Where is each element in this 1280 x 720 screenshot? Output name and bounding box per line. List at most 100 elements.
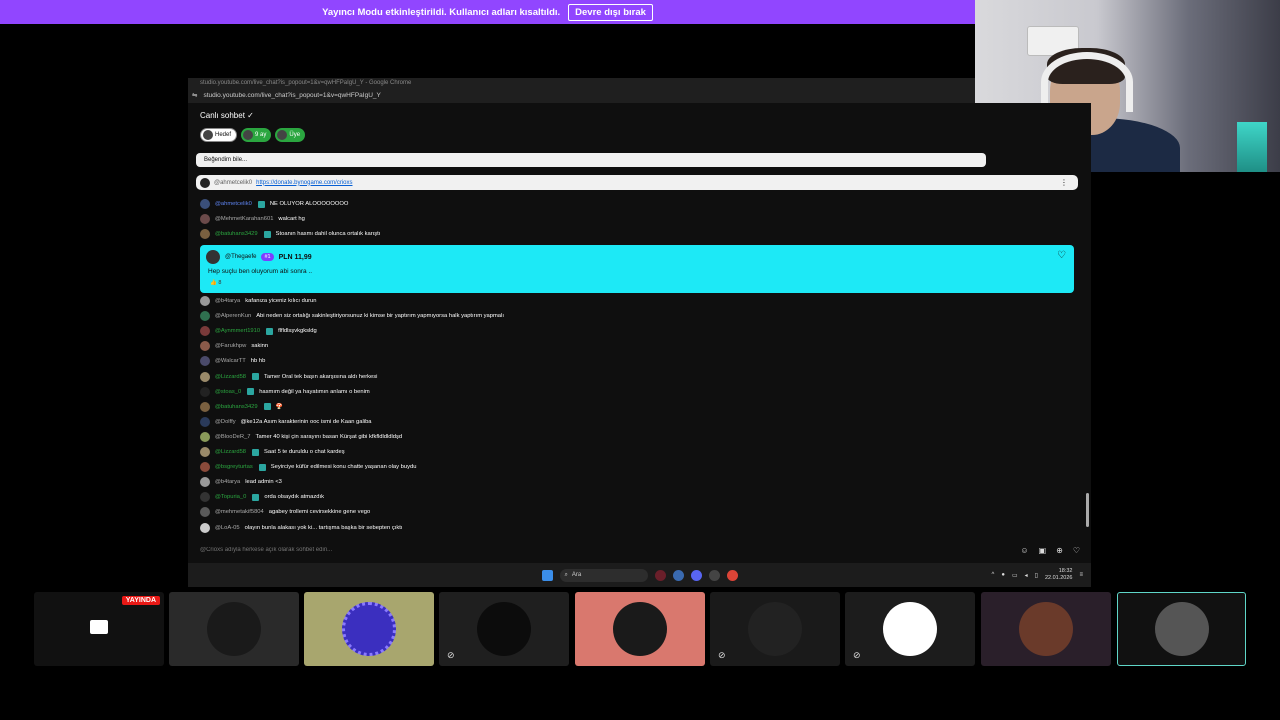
chat-message[interactable]: @batuhans3429 Stoanın hasmı dahil olunca … (200, 228, 380, 240)
chat-username[interactable]: @AlperenKun (215, 313, 251, 319)
chat-text: kafanıza yiceniz kılıcı durun (245, 298, 317, 304)
chat-message[interactable]: @mehmetakif5804 agabey trollemi cevirsekk… (200, 506, 370, 518)
chat-username[interactable]: @Aynmmert1910 (215, 328, 260, 334)
avatar (748, 602, 802, 656)
site-info-icon[interactable]: ⇋ (192, 89, 197, 103)
chat-username[interactable]: @MehmetKarahan601 (215, 216, 273, 222)
chat-username[interactable]: @LoA-05 (215, 525, 240, 531)
chat-input[interactable] (200, 547, 980, 553)
mic-icon[interactable]: ● (1001, 572, 1005, 578)
avatar (200, 229, 210, 239)
pinned-message[interactable]: Beğendim bile... (196, 153, 986, 167)
discord-icon[interactable] (690, 569, 702, 581)
chat-username[interactable]: @Farukhpw (215, 343, 246, 349)
donation-banner[interactable]: @ahmetcelik0 https://donate.bynogame.com… (196, 175, 1078, 190)
screen-share-tile[interactable]: YAYINDA (34, 592, 164, 666)
address-bar[interactable]: ⇋ studio.youtube.com/live_chat?is_popout… (188, 89, 975, 103)
chat-message[interactable]: @Lizzard58 Tamer Oral tek başın akarşısın… (200, 371, 377, 383)
member-badge-icon (247, 388, 255, 396)
mic-muted-icon: ⊘ (718, 650, 726, 660)
chat-message[interactable]: @b4tarya kafanıza yiceniz kılıcı durun (200, 295, 316, 307)
chat-text: flfldlsşvkgksldg (278, 328, 317, 335)
chat-text: 🍄 (275, 403, 283, 410)
avatar (200, 507, 210, 518)
chat-message[interactable]: @Dolffy @ke12a Asım karakterinin ooc ismi… (200, 416, 372, 428)
chat-message[interactable]: @MehmetKarahan601 walcart hg (200, 213, 305, 225)
participant-tile[interactable]: ⊘ (845, 592, 975, 666)
member-chip[interactable]: Üye (275, 128, 306, 142)
chat-message[interactable]: @b4tarya lead admin <3 (200, 476, 282, 488)
chat-username[interactable]: @ahmetcelik0 (215, 201, 252, 207)
chat-username[interactable]: @bsgreyturtas (215, 464, 253, 470)
participant-tile[interactable] (575, 592, 705, 666)
streamer-mode-banner: Yayıncı Modu etkinleştirildi. Kullanıcı … (0, 0, 975, 24)
like-count[interactable]: 👍 8 (210, 280, 221, 286)
months-chip[interactable]: 9 ay (241, 128, 272, 142)
add-icon[interactable]: ⊕ (1056, 546, 1063, 555)
member-badge-icon (257, 200, 265, 208)
chat-username[interactable]: @b4tarya (215, 479, 240, 485)
network-icon[interactable]: ▭ (1012, 572, 1018, 579)
goal-chip[interactable]: Hedef (200, 128, 238, 142)
chat-message[interactable]: @AlperenKun Abi neden siz ortalığı sakinl… (200, 310, 504, 322)
taskbar-search[interactable]: ⌕ Ara (559, 568, 648, 582)
avatar (200, 416, 210, 427)
participant-tile[interactable] (304, 592, 434, 666)
participant-tile[interactable]: ⊘ (439, 592, 569, 666)
notification-icon[interactable]: ≡ (1079, 572, 1083, 578)
member-badge-icon (263, 403, 271, 411)
volume-icon[interactable]: ◂ (1025, 572, 1028, 579)
participant-tile[interactable] (169, 592, 299, 666)
chat-username[interactable]: @Lizzard58 (215, 374, 246, 380)
chat-text: @ke12a Asım karakterinin ooc ismi de Kaa… (240, 418, 372, 425)
app-icon[interactable] (654, 569, 666, 581)
chat-username[interactable]: @mehmetakif5804 (215, 509, 264, 515)
chat-username[interactable]: @b4tarya (215, 298, 240, 304)
participant-tile[interactable] (981, 592, 1111, 666)
avatar (477, 602, 531, 656)
chat-message[interactable]: @WalcarTT hb hb (200, 355, 265, 367)
chat-message[interactable]: @Aynmmert1910 flfldlsşvkgksldg (200, 325, 317, 337)
participant-tile[interactable]: ⊘ (710, 592, 840, 666)
chat-message[interactable]: @Topuria_0 orda olsaydık atmazdık (200, 491, 324, 503)
chip-label: 9 ay (255, 132, 267, 138)
chat-username[interactable]: @Dolffy (215, 419, 236, 425)
superchat-text: Hep suçlu ben oluyorum abi sonra .. (208, 268, 313, 275)
chat-message[interactable]: @Lizzard58 Saat 5 te duruldu o chat karde… (200, 446, 345, 458)
app-icon[interactable] (672, 569, 684, 581)
heart-icon[interactable]: ♡ (1057, 250, 1066, 261)
more-options-icon[interactable]: ⋮ (1060, 178, 1068, 187)
app-icon[interactable] (708, 569, 720, 581)
chevron-up-icon[interactable]: ^ (992, 572, 995, 578)
chat-username[interactable]: @batuhans3429 (215, 231, 258, 237)
chat-message[interactable]: @stoas_0 hasmım değil ya hayatımın anlamı… (200, 386, 370, 398)
clock[interactable]: 18:32 22.01.2026 (1045, 568, 1073, 582)
battery-icon[interactable]: ▯ (1035, 572, 1038, 579)
chat-message[interactable]: @LoA-05 olayın bunla alakası yok ki... ta… (200, 522, 402, 534)
like-count-value: 8 (218, 280, 222, 286)
disable-streamer-mode-button[interactable]: Devre dışı bırak (568, 3, 653, 21)
chrome-icon[interactable] (726, 569, 738, 581)
chat-username[interactable]: @Topuria_0 (215, 494, 246, 500)
chat-message[interactable]: @ahmetcelik0 NE OLUYOR ALOOOOOOOO (200, 198, 348, 210)
chat-message[interactable]: @BlooDeR_7 Tamer 40 kişi çin sarayını bas… (200, 431, 402, 443)
membership-icon[interactable]: ▣ (1039, 546, 1047, 555)
chat-username[interactable]: @stoas_0 (215, 389, 241, 395)
chat-scrollbar[interactable] (1086, 493, 1089, 527)
chat-username[interactable]: @WalcarTT (215, 358, 246, 364)
heart-icon[interactable]: ♡ (1073, 546, 1080, 555)
superchat-user: @Thegaefe (225, 254, 257, 260)
donation-link[interactable]: https://donate.bynogame.com/crioxs (256, 180, 352, 186)
chat-username[interactable]: @Lizzard58 (215, 449, 246, 455)
avatar (200, 296, 210, 306)
emoji-icon[interactable]: ☺ (1020, 546, 1028, 555)
chat-username[interactable]: @batuhans3429 (215, 404, 258, 410)
chat-username[interactable]: @BlooDeR_7 (215, 434, 251, 440)
chat-text: Tamer Oral tek başın akarşısına aldı her… (264, 373, 378, 380)
participant-tile[interactable] (1117, 592, 1246, 666)
chat-message[interactable]: @batuhans3429 🍄 (200, 401, 283, 413)
start-icon[interactable] (541, 569, 553, 581)
chat-message[interactable]: @Farukhpw sakinn (200, 340, 268, 352)
chat-text: Stoanın hasmı dahil olunca ortalık karış… (275, 231, 381, 237)
chat-message[interactable]: @bsgreyturtas Seyirciye küfür edilmesi ko… (200, 461, 416, 473)
